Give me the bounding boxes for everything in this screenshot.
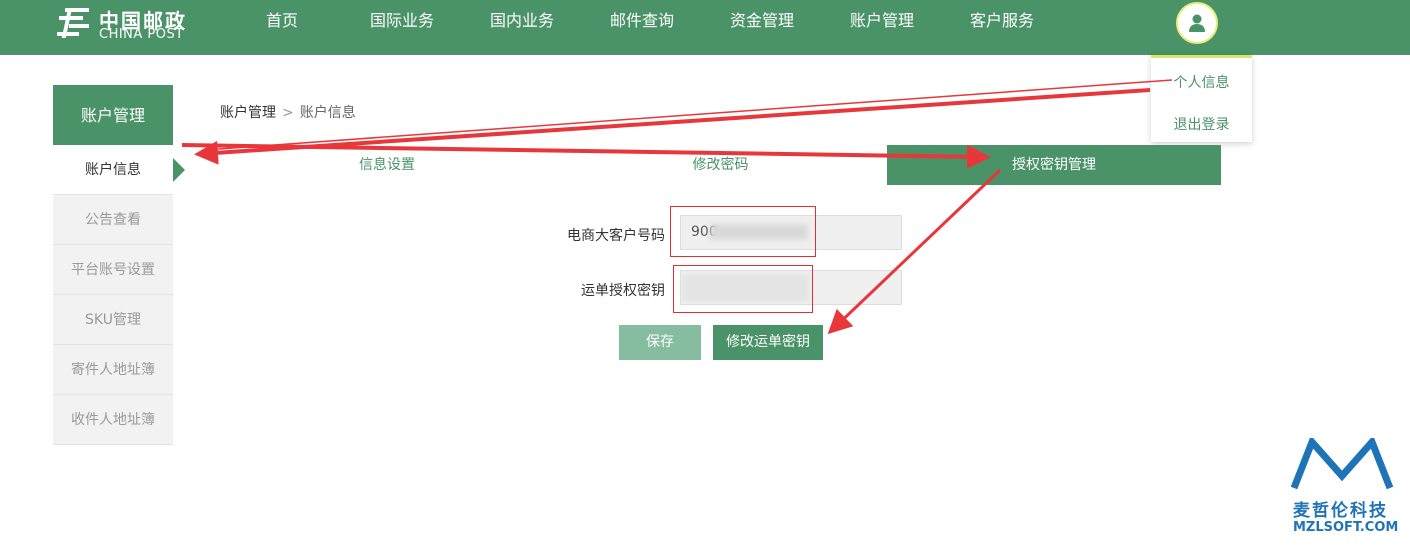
annotation-arrow-to-modify-button xyxy=(827,168,1002,335)
nav-funds[interactable]: 资金管理 xyxy=(730,0,794,55)
breadcrumb-level-2: 账户信息 xyxy=(299,105,356,121)
nav-mail-query[interactable]: 邮件查询 xyxy=(610,0,674,55)
user-icon xyxy=(1189,14,1205,32)
active-item-pointer-icon xyxy=(173,158,185,182)
watermark-chinese-text: 麦哲伦科技 xyxy=(1293,501,1388,521)
modify-waybill-key-button[interactable]: 修改运单密钥 xyxy=(713,325,823,360)
sidebar-item-recipient-addresses[interactable]: 收件人地址簿 xyxy=(53,395,173,445)
china-post-emblem-icon xyxy=(57,8,89,38)
mzlsoft-m-logo-icon xyxy=(1290,435,1394,490)
sidebar-item-announcements[interactable]: 公告查看 xyxy=(53,195,173,245)
tab-info-settings[interactable]: 信息设置 xyxy=(220,145,554,185)
save-button[interactable]: 保存 xyxy=(619,325,701,360)
customer-number-label: 电商大客户号码 xyxy=(567,228,665,244)
tab-auth-key-management[interactable]: 授权密钥管理 xyxy=(887,145,1221,185)
nav-home[interactable]: 首页 xyxy=(266,0,298,55)
mzlsoft-watermark: 麦哲伦科技 MZLSOFT.COM xyxy=(1290,435,1400,538)
menu-item-profile[interactable]: 个人信息 xyxy=(1151,72,1252,92)
menu-item-logout[interactable]: 退出登录 xyxy=(1151,114,1252,134)
nav-domestic[interactable]: 国内业务 xyxy=(490,0,554,55)
nav-international[interactable]: 国际业务 xyxy=(370,0,434,55)
sidebar-item-account-info[interactable]: 账户信息 xyxy=(53,145,173,195)
nav-customer-service[interactable]: 客户服务 xyxy=(970,0,1034,55)
top-navigation-bar: 中国邮政 CHINA POST 首页 国际业务 国内业务 邮件查询 资金管理 账… xyxy=(0,0,1410,55)
breadcrumb: 账户管理 > 账户信息 xyxy=(220,102,356,122)
sidebar-item-sku[interactable]: SKU管理 xyxy=(53,295,173,345)
waybill-key-label: 运单授权密钥 xyxy=(581,283,665,299)
breadcrumb-separator-icon: > xyxy=(282,105,294,121)
logo-english-text: CHINA POST xyxy=(99,27,184,42)
tab-change-password[interactable]: 修改密码 xyxy=(554,145,887,185)
user-dropdown-menu: 个人信息 退出登录 xyxy=(1151,55,1252,142)
sidebar-item-sender-addresses[interactable]: 寄件人地址簿 xyxy=(53,345,173,395)
china-post-logo[interactable]: 中国邮政 CHINA POST xyxy=(55,4,195,44)
annotation-box-waybill-key xyxy=(673,265,813,313)
user-avatar-button[interactable] xyxy=(1176,2,1218,44)
sidebar-item-platform-accounts[interactable]: 平台账号设置 xyxy=(53,245,173,295)
breadcrumb-level-1[interactable]: 账户管理 xyxy=(220,105,276,121)
annotation-box-customer-number xyxy=(670,206,816,257)
watermark-domain-text: MZLSOFT.COM xyxy=(1293,520,1399,535)
sidebar-title: 账户管理 xyxy=(53,85,173,145)
nav-account[interactable]: 账户管理 xyxy=(850,0,914,55)
